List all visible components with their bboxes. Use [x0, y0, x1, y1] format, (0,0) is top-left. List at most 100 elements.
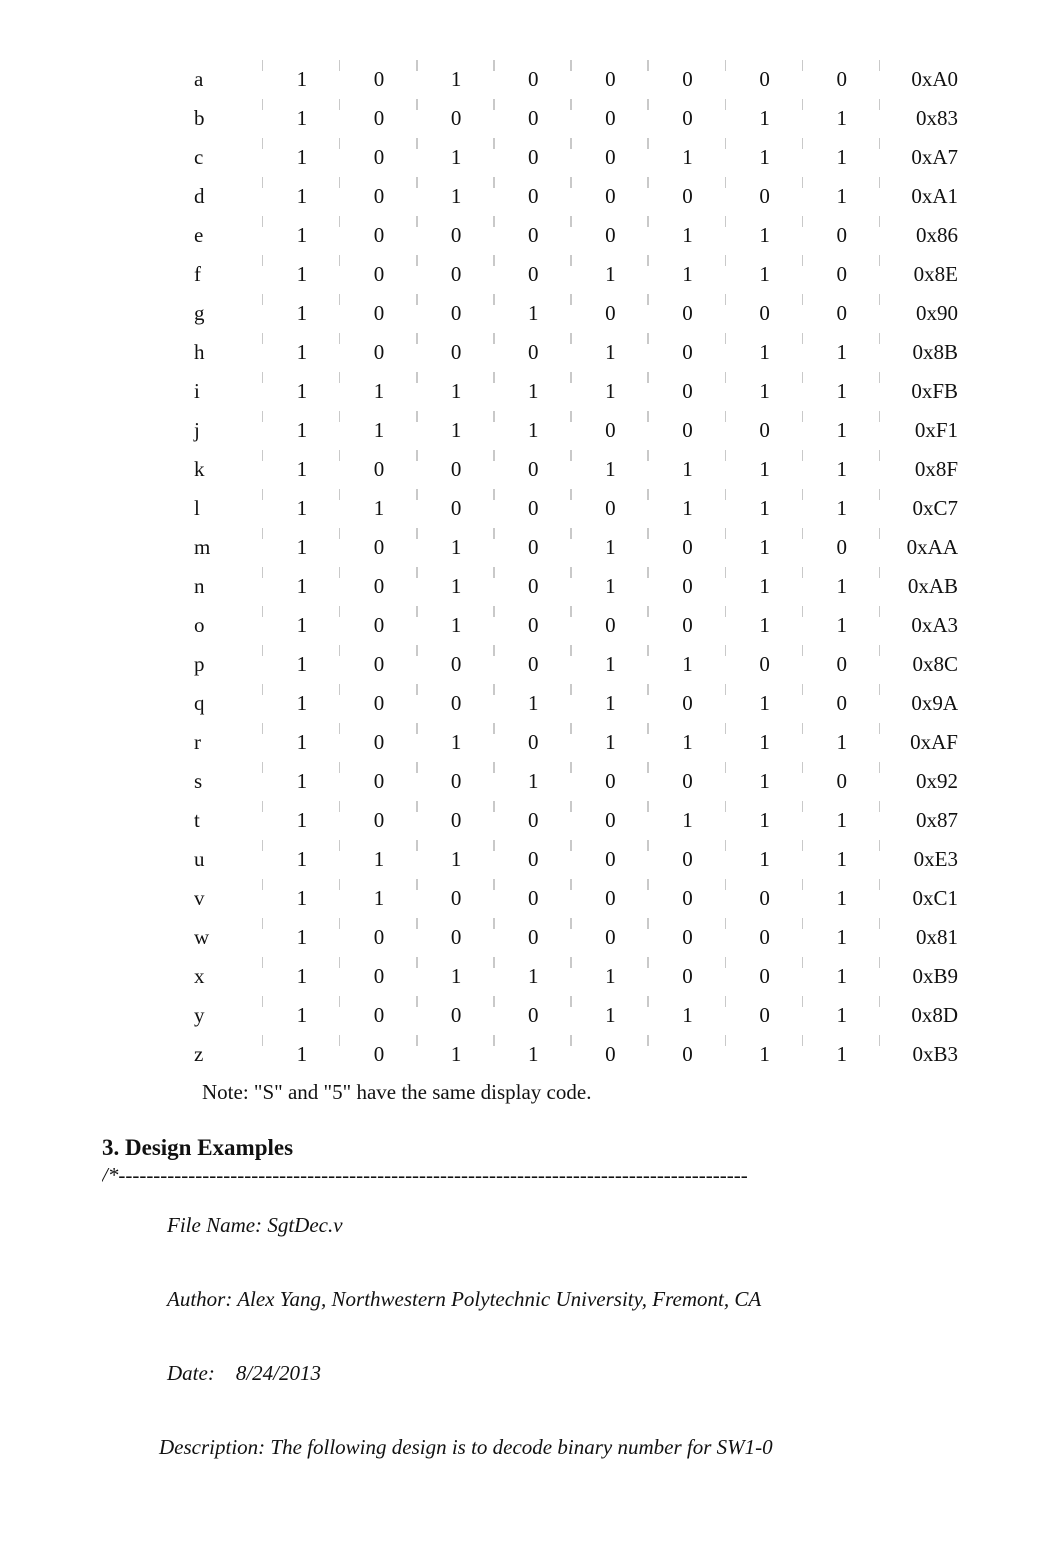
- table-row: t100001110x87: [188, 801, 962, 840]
- table-row: r101011110xAF: [188, 723, 962, 762]
- bit-cell: 1: [649, 450, 726, 489]
- table-row: j111100010xF1: [188, 411, 962, 450]
- bit-cell: 1: [263, 99, 340, 138]
- bit-cell: 1: [649, 801, 726, 840]
- bit-cell: 0: [340, 177, 417, 216]
- bit-cell: 1: [418, 723, 495, 762]
- bit-cell: 1: [263, 645, 340, 684]
- bit-cell: 1: [418, 840, 495, 879]
- section-heading: 3. Design Examples: [102, 1135, 962, 1161]
- bit-cell: 1: [495, 1035, 572, 1074]
- hex-cell: 0x8D: [880, 996, 962, 1035]
- char-cell: n: [188, 567, 263, 606]
- bit-cell: 1: [726, 138, 803, 177]
- bit-cell: 1: [418, 60, 495, 99]
- bit-cell: 0: [495, 918, 572, 957]
- char-cell: j: [188, 411, 263, 450]
- bit-cell: 0: [495, 606, 572, 645]
- bit-cell: 0: [418, 762, 495, 801]
- bit-cell: 0: [572, 918, 649, 957]
- bit-cell: 1: [803, 138, 880, 177]
- bit-cell: 1: [263, 528, 340, 567]
- bit-cell: 1: [726, 450, 803, 489]
- author-label: Author:: [167, 1287, 232, 1311]
- bit-cell: 0: [726, 411, 803, 450]
- bit-cell: 1: [263, 996, 340, 1035]
- bit-cell: 1: [263, 918, 340, 957]
- bit-cell: 1: [263, 879, 340, 918]
- char-cell: l: [188, 489, 263, 528]
- bit-cell: 0: [649, 957, 726, 996]
- char-cell: z: [188, 1035, 263, 1074]
- desc-value: The following design is to decode binary…: [270, 1435, 772, 1459]
- bit-cell: 0: [340, 645, 417, 684]
- bit-cell: 0: [803, 255, 880, 294]
- bit-cell: 1: [803, 489, 880, 528]
- bit-cell: 1: [495, 411, 572, 450]
- bit-cell: 1: [649, 489, 726, 528]
- bit-cell: 0: [418, 450, 495, 489]
- hex-cell: 0x92: [880, 762, 962, 801]
- hex-cell: 0x87: [880, 801, 962, 840]
- bit-cell: 0: [418, 489, 495, 528]
- bit-cell: 0: [495, 645, 572, 684]
- bit-cell: 1: [572, 567, 649, 606]
- table-row: k100011110x8F: [188, 450, 962, 489]
- bit-cell: 1: [803, 840, 880, 879]
- bit-cell: 1: [495, 957, 572, 996]
- hex-cell: 0x83: [880, 99, 962, 138]
- char-cell: q: [188, 684, 263, 723]
- bit-cell: 0: [572, 138, 649, 177]
- bit-cell: 1: [726, 372, 803, 411]
- bit-cell: 0: [726, 645, 803, 684]
- bit-cell: 1: [263, 957, 340, 996]
- bit-cell: 1: [340, 879, 417, 918]
- file-label: File Name:: [167, 1213, 262, 1237]
- bit-cell: 1: [803, 333, 880, 372]
- hex-cell: 0x9A: [880, 684, 962, 723]
- bit-cell: 1: [649, 138, 726, 177]
- bit-cell: 1: [418, 957, 495, 996]
- bit-cell: 0: [572, 177, 649, 216]
- bit-cell: 0: [649, 528, 726, 567]
- bit-cell: 0: [726, 294, 803, 333]
- code-header-block: /*--------------------------------------…: [102, 1163, 962, 1485]
- char-cell: v: [188, 879, 263, 918]
- table-row: q100110100x9A: [188, 684, 962, 723]
- bit-cell: 1: [263, 762, 340, 801]
- bit-cell: 1: [803, 177, 880, 216]
- hex-cell: 0xB3: [880, 1035, 962, 1074]
- bit-cell: 1: [418, 528, 495, 567]
- bit-cell: 0: [340, 333, 417, 372]
- bit-cell: 0: [572, 762, 649, 801]
- hex-cell: 0xA1: [880, 177, 962, 216]
- bit-cell: 0: [803, 645, 880, 684]
- bit-cell: 0: [649, 918, 726, 957]
- date-value: 8/24/2013: [236, 1361, 321, 1385]
- section-number: 3.: [102, 1135, 119, 1160]
- bit-cell: 1: [803, 567, 880, 606]
- bit-cell: 0: [495, 60, 572, 99]
- bit-cell: 1: [649, 216, 726, 255]
- bit-cell: 1: [572, 255, 649, 294]
- table-row: a101000000xA0: [188, 60, 962, 99]
- bit-cell: 0: [340, 294, 417, 333]
- bit-cell: 0: [340, 60, 417, 99]
- hex-cell: 0xE3: [880, 840, 962, 879]
- hex-cell: 0x8F: [880, 450, 962, 489]
- bit-cell: 0: [726, 957, 803, 996]
- table-row: m101010100xAA: [188, 528, 962, 567]
- bit-cell: 1: [803, 918, 880, 957]
- hex-cell: 0xC7: [880, 489, 962, 528]
- bit-cell: 0: [340, 684, 417, 723]
- date-label: Date:: [167, 1361, 215, 1385]
- hex-cell: 0xFB: [880, 372, 962, 411]
- encoding-table: a101000000xA0b100000110x83c101001110xA7d…: [188, 60, 962, 1074]
- bit-cell: 1: [572, 684, 649, 723]
- bit-cell: 0: [340, 801, 417, 840]
- char-cell: a: [188, 60, 263, 99]
- char-cell: i: [188, 372, 263, 411]
- table-row: b100000110x83: [188, 99, 962, 138]
- bit-cell: 0: [340, 99, 417, 138]
- bit-cell: 0: [726, 879, 803, 918]
